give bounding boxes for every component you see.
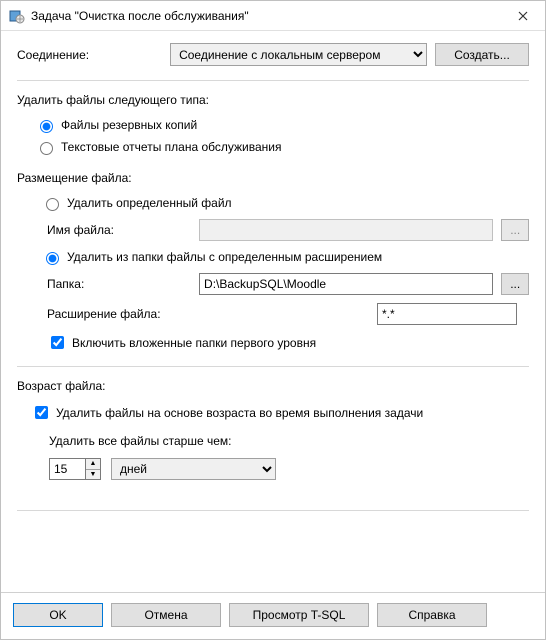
titlebar: Задача "Очистка после обслуживания" <box>1 1 545 31</box>
extension-input[interactable] <box>377 303 517 325</box>
spinner-up-icon[interactable]: ▲ <box>86 459 100 470</box>
radio-backup-label: Файлы резервных копий <box>61 118 197 132</box>
include-subfolders[interactable]: Включить вложенные папки первого уровня <box>47 333 529 352</box>
separator <box>17 80 529 81</box>
extension-row: Расширение файла: <box>47 303 529 325</box>
file-location-label: Размещение файла: <box>17 171 529 185</box>
help-button[interactable]: Справка <box>377 603 487 627</box>
filename-label: Имя файла: <box>47 223 199 237</box>
radio-folder-label: Удалить из папки файлы с определенным ра… <box>67 250 382 264</box>
include-sub-label: Включить вложенные папки первого уровня <box>72 336 316 350</box>
extension-label: Расширение файла: <box>47 307 377 321</box>
delete-by-age-label: Удалить файлы на основе возраста во врем… <box>56 406 423 420</box>
age-controls: ▲ ▼ дней <box>49 458 529 480</box>
folder-browse-button[interactable]: ... <box>501 273 529 295</box>
folder-label: Папка: <box>47 277 199 291</box>
age-value-input[interactable] <box>49 458 85 480</box>
file-age-label: Возраст файла: <box>17 379 529 393</box>
close-icon[interactable] <box>503 2 543 30</box>
task-icon <box>9 8 25 24</box>
view-tsql-button[interactable]: Просмотр T-SQL <box>229 603 369 627</box>
radio-folder-ext[interactable]: Удалить из папки файлы с определенным ра… <box>41 249 529 265</box>
radio-specific-file[interactable]: Удалить определенный файл <box>41 195 529 211</box>
ok-button[interactable]: OK <box>13 603 103 627</box>
radio-specific-input[interactable] <box>46 198 59 211</box>
cancel-button[interactable]: Отмена <box>111 603 221 627</box>
connection-label: Соединение: <box>17 48 170 62</box>
filename-input <box>199 219 493 241</box>
radio-backup-input[interactable] <box>40 120 53 133</box>
footer: OK Отмена Просмотр T-SQL Справка <box>1 592 545 639</box>
delete-by-age-checkbox[interactable] <box>35 406 48 419</box>
radio-text-label: Текстовые отчеты плана обслуживания <box>61 140 281 154</box>
older-than-label: Удалить все файлы старше чем: <box>49 434 529 448</box>
age-unit-select[interactable]: дней <box>111 458 276 480</box>
content-area: Соединение: Соединение с локальным серве… <box>1 31 545 592</box>
connection-select[interactable]: Соединение с локальным сервером <box>170 43 427 66</box>
delete-type-label: Удалить файлы следующего типа: <box>17 93 529 107</box>
spinner-arrows[interactable]: ▲ ▼ <box>85 458 101 480</box>
delete-by-age[interactable]: Удалить файлы на основе возраста во врем… <box>31 403 529 422</box>
filename-browse-button: ... <box>501 219 529 241</box>
spinner-down-icon[interactable]: ▼ <box>86 470 100 480</box>
filename-row: Имя файла: ... <box>47 219 529 241</box>
radio-text-input[interactable] <box>40 142 53 155</box>
radio-specific-label: Удалить определенный файл <box>67 196 232 210</box>
separator-2 <box>17 366 529 367</box>
radio-backup-files[interactable]: Файлы резервных копий <box>35 117 529 133</box>
title-text: Задача "Очистка после обслуживания" <box>31 9 503 23</box>
folder-input[interactable] <box>199 273 493 295</box>
separator-3 <box>17 510 529 511</box>
radio-text-reports[interactable]: Текстовые отчеты плана обслуживания <box>35 139 529 155</box>
age-spinner[interactable]: ▲ ▼ <box>49 458 101 480</box>
include-sub-checkbox[interactable] <box>51 336 64 349</box>
radio-folder-input[interactable] <box>46 252 59 265</box>
connection-row: Соединение: Соединение с локальным серве… <box>17 43 529 66</box>
create-connection-button[interactable]: Создать... <box>435 43 529 66</box>
dialog-window: Задача "Очистка после обслуживания" Соед… <box>0 0 546 640</box>
folder-row: Папка: ... <box>47 273 529 295</box>
